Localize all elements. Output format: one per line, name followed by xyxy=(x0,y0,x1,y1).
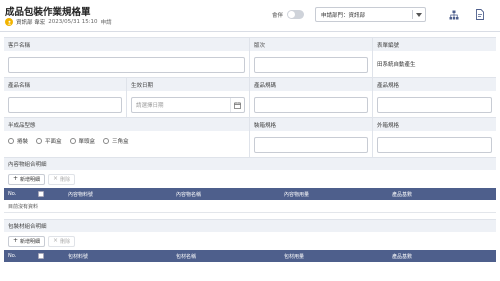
radio-option[interactable]: 單頭盒 xyxy=(69,137,95,145)
outer-spec-label: 外箱規格 xyxy=(373,118,496,131)
outer-spec-input[interactable] xyxy=(377,137,492,153)
product-name-cell: 產品名稱 xyxy=(4,78,127,117)
form-no-value: 田系統自動產生 xyxy=(377,62,416,68)
semi-type-radio-group: 捲裝 平面盒 單頭盒 三角盒 xyxy=(8,135,245,145)
col-material-code: 包材料號 xyxy=(68,253,89,260)
form-no-label: 表單編號 xyxy=(373,38,496,51)
page-title: 成品包裝作業規格單 xyxy=(5,7,91,18)
org-chart-icon[interactable] xyxy=(448,9,459,20)
document-icon[interactable] xyxy=(474,9,485,20)
customer-input[interactable] xyxy=(8,57,245,73)
effective-date-input[interactable]: 請選擇日期 xyxy=(131,97,245,113)
date-placeholder: 請選擇日期 xyxy=(136,103,164,109)
empty-table-message: 目前沒有資料 xyxy=(4,200,496,213)
col-base-qty: 產品基數 xyxy=(392,191,413,198)
semi-type-label: 半成品型態 xyxy=(4,118,249,131)
radio-circle[interactable] xyxy=(103,138,110,144)
product-spec-input[interactable] xyxy=(377,97,492,113)
inner-section-title: 內容物組合明細 xyxy=(4,157,496,170)
col-item-name: 內容物名稱 xyxy=(176,191,202,198)
form-no-cell: 表單編號 田系統自動產生 xyxy=(373,38,496,77)
status-text: 申請 xyxy=(100,20,112,26)
inner-toolbar: + 新增明細 × 刪除 xyxy=(4,170,496,188)
dept-select-value: 申請部門：資訊部 xyxy=(321,12,366,19)
applicant-dept: 資訊部 韋宏 xyxy=(16,20,46,26)
version-input[interactable] xyxy=(254,57,368,73)
col-item-qty: 內容物用量 xyxy=(284,191,310,198)
customer-label: 客戶名稱 xyxy=(4,38,249,51)
select-all-checkbox[interactable] xyxy=(38,191,44,197)
version-label: 版次 xyxy=(250,38,372,51)
avatar xyxy=(5,18,13,26)
col-select-all xyxy=(34,188,64,200)
apply-date: 2023/05/31 15:10 xyxy=(48,19,98,25)
form-row-2: 產品名稱 生效日期 請選擇日期 產品規碼 產品規格 xyxy=(4,77,496,117)
pack-spec-label: 裝箱規格 xyxy=(250,118,372,131)
radio-option[interactable]: 捲裝 xyxy=(8,137,28,145)
product-code-label: 產品規碼 xyxy=(250,78,372,91)
semi-type-cell: 半成品型態 捲裝 平面盒 單頭盒 三角盒 xyxy=(4,118,250,157)
pack-spec-input[interactable] xyxy=(254,137,368,153)
dept-select[interactable]: 申請部門：資訊部 xyxy=(315,7,426,22)
spec-form: 客戶名稱 版次 表單編號 田系統自動產生 產品名稱 生效日期 請選擇日期 產品規… xyxy=(4,37,496,262)
radio-option[interactable]: 平面盒 xyxy=(36,137,62,145)
effective-date-label: 生效日期 xyxy=(127,78,249,91)
col-select-all xyxy=(34,250,64,262)
close-icon: × xyxy=(53,175,59,182)
pack-spec-cell: 裝箱規格 xyxy=(250,118,373,157)
outer-spec-cell: 外箱規格 xyxy=(373,118,496,157)
form-row-1: 客戶名稱 版次 表單編號 田系統自動產生 xyxy=(4,37,496,77)
customer-cell: 客戶名稱 xyxy=(4,38,250,77)
plus-icon: + xyxy=(13,237,19,244)
cosign-toggle-group: 會伴 xyxy=(272,10,305,19)
product-spec-cell: 產品規格 xyxy=(373,78,496,117)
form-row-3: 半成品型態 捲裝 平面盒 單頭盒 三角盒 裝箱規格 外箱規格 xyxy=(4,117,496,157)
col-material-name: 包材名稱 xyxy=(176,253,197,260)
col-material-qty: 包材用量 xyxy=(284,253,305,260)
radio-circle[interactable] xyxy=(36,138,43,144)
col-no: No. xyxy=(8,253,17,259)
inner-delete-button[interactable]: × 刪除 xyxy=(48,173,76,185)
cosign-toggle[interactable] xyxy=(287,10,305,19)
pack-toolbar: + 新增明細 × 刪除 xyxy=(4,232,496,250)
inner-add-button[interactable]: + 新增明細 xyxy=(8,173,46,185)
plus-icon: + xyxy=(13,175,19,182)
version-cell: 版次 xyxy=(250,38,373,77)
col-item-code: 內容物料號 xyxy=(68,191,94,198)
pack-table-header: No. 包材料號 包材名稱 包材用量 產品基數 xyxy=(4,250,496,262)
col-base-qty: 產品基數 xyxy=(392,253,413,260)
calendar-icon[interactable] xyxy=(230,98,244,112)
toggle-label: 會伴 xyxy=(272,12,284,19)
radio-option[interactable]: 三角盒 xyxy=(103,137,129,145)
product-code-input[interactable] xyxy=(254,97,368,113)
product-spec-label: 產品規格 xyxy=(373,78,496,91)
product-code-cell: 產品規碼 xyxy=(250,78,373,117)
radio-circle[interactable] xyxy=(69,138,76,144)
pack-add-button[interactable]: + 新增明細 xyxy=(8,235,46,247)
applicant-info: 資訊部 韋宏 2023/05/31 15:10 申請 xyxy=(5,17,112,27)
product-name-label: 產品名稱 xyxy=(4,78,126,91)
pack-delete-button[interactable]: × 刪除 xyxy=(48,235,76,247)
inner-table-header: No. 內容物料號 內容物名稱 內容物用量 產品基數 xyxy=(4,188,496,200)
col-no: No. xyxy=(8,191,17,197)
radio-circle[interactable] xyxy=(8,138,14,144)
close-icon: × xyxy=(53,237,59,244)
effective-date-cell: 生效日期 請選擇日期 xyxy=(127,78,250,117)
header-divider xyxy=(0,31,500,32)
chevron-down-icon xyxy=(413,12,425,17)
user-icon xyxy=(7,20,11,24)
pack-section-title: 包裝材組合明細 xyxy=(4,219,496,232)
select-all-checkbox[interactable] xyxy=(38,253,44,259)
product-name-input[interactable] xyxy=(8,97,122,113)
